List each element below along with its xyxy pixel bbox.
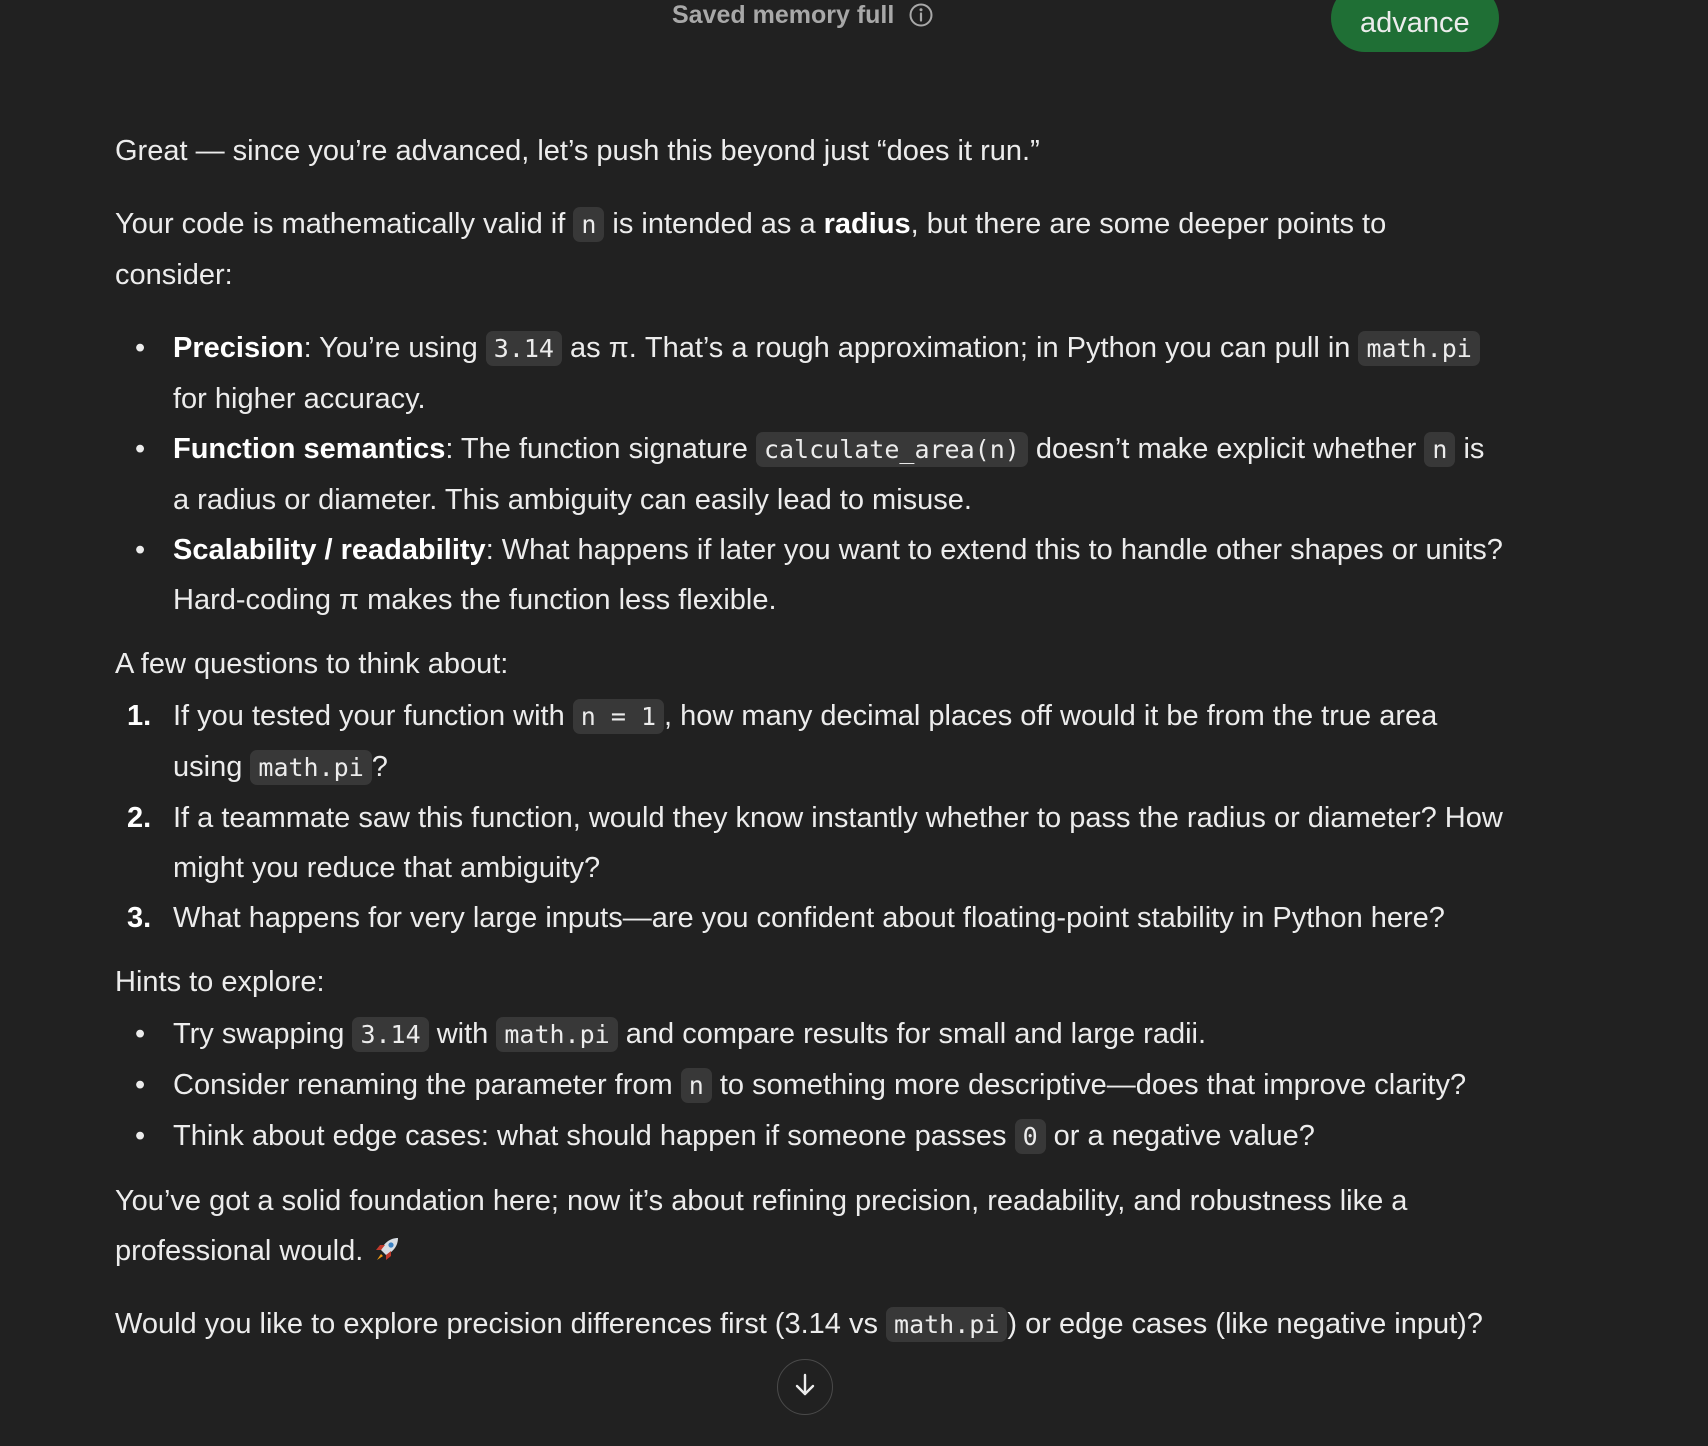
text: as π. That’s a rough approximation; in P… <box>561 332 1359 364</box>
list-number: 2. <box>127 802 152 834</box>
bullet: • <box>135 433 146 465</box>
text: Consider renaming the parameter from <box>173 1069 681 1101</box>
bold-text: Function semantics <box>173 433 446 465</box>
bullet: • <box>135 1018 146 1050</box>
text: Think about edge cases: what should happ… <box>173 1120 1015 1152</box>
text: for higher accuracy. <box>173 383 426 415</box>
hints-list: • Try swapping 3.14 with math.pi and comp… <box>115 1009 1505 1162</box>
intro-paragraph: Great — since you’re advanced, let’s pus… <box>115 135 1040 167</box>
inline-code: 3.14 <box>352 1017 429 1052</box>
validity-paragraph: Your code is mathematically valid if n i… <box>115 199 1505 300</box>
bullet: • <box>135 534 146 566</box>
inline-code: math.pi <box>250 750 372 785</box>
text: Would you like to explore precision diff… <box>115 1308 887 1340</box>
inline-code: n <box>680 1068 712 1103</box>
bullet: • <box>135 332 146 364</box>
inline-code: math.pi <box>496 1017 618 1052</box>
bullet: • <box>135 1120 146 1152</box>
points-list: • Precision: You’re using 3.14 as π. That… <box>115 323 1505 625</box>
text: You’ve got a solid foundation here; now … <box>115 1185 1408 1267</box>
list-item: • Scalability / readability: What happens… <box>115 525 1505 625</box>
rocket-icon <box>371 1231 403 1263</box>
list-item: 3. What happens for very large inputs—are… <box>115 893 1505 943</box>
inline-code: n <box>573 207 605 242</box>
list-item: • Consider renaming the parameter from n … <box>115 1060 1505 1111</box>
inline-code: 3.14 <box>485 331 562 366</box>
memory-status-label: Saved memory full <box>672 0 895 29</box>
hints-heading: Hints to explore: <box>115 966 325 998</box>
inline-code: n <box>1424 432 1456 467</box>
questions-list: 1. If you tested your function with n = 1… <box>115 691 1505 943</box>
list-item: • Try swapping 3.14 with math.pi and comp… <box>115 1009 1505 1060</box>
text: ) or edge cases (like negative input)? <box>1007 1308 1483 1340</box>
inline-code: math.pi <box>886 1307 1008 1342</box>
bold-text: radius <box>823 208 911 240</box>
text: What happens for very large inputs—are y… <box>173 902 1445 934</box>
top-bar: Saved memory full advance <box>0 0 1708 60</box>
info-icon[interactable] <box>908 2 934 28</box>
scroll-to-bottom-button[interactable] <box>777 1359 833 1415</box>
text: If you tested your function with <box>173 700 573 732</box>
list-item: • Think about edge cases: what should hap… <box>115 1111 1505 1162</box>
bold-text: Precision <box>173 332 304 364</box>
list-item: • Precision: You’re using 3.14 as π. That… <box>115 323 1505 424</box>
questions-heading: A few questions to think about: <box>115 648 509 680</box>
text: : You’re using <box>303 332 486 364</box>
text: or a negative value? <box>1045 1120 1315 1152</box>
list-number: 3. <box>127 902 152 934</box>
list-number: 1. <box>127 700 152 732</box>
text: If a teammate saw this function, would t… <box>173 802 1503 884</box>
inline-code: calculate_area(n) <box>755 432 1028 467</box>
list-item: 2. If a teammate saw this function, would… <box>115 793 1505 893</box>
text: and compare results for small and large … <box>617 1018 1207 1050</box>
text: ? <box>371 751 388 783</box>
memory-status[interactable]: Saved memory full <box>672 0 934 30</box>
inline-code: 0 <box>1014 1119 1046 1154</box>
list-item: 1. If you tested your function with n = 1… <box>115 691 1505 793</box>
closing-paragraph: You’ve got a solid foundation here; now … <box>115 1176 1505 1276</box>
arrow-down-icon <box>791 1371 819 1404</box>
text: to something more descriptive—does that … <box>711 1069 1467 1101</box>
text: is intended as a <box>604 208 824 240</box>
text: with <box>428 1018 497 1050</box>
list-item: • Function semantics: The function signat… <box>115 424 1505 525</box>
bullet: • <box>135 1069 146 1101</box>
final-question: Would you like to explore precision diff… <box>115 1299 1505 1350</box>
text: : The function signature <box>445 433 756 465</box>
inline-code: n = 1 <box>572 699 665 734</box>
text: Your code is mathematically valid if <box>115 208 574 240</box>
text: doesn’t make explicit whether <box>1027 433 1425 465</box>
bold-text: Scalability / readability <box>173 534 486 566</box>
user-message-bubble: advance <box>1331 0 1499 52</box>
inline-code: math.pi <box>1358 331 1480 366</box>
assistant-response: Great — since you’re advanced, let’s pus… <box>115 126 1505 1350</box>
text: Try swapping <box>173 1018 353 1050</box>
